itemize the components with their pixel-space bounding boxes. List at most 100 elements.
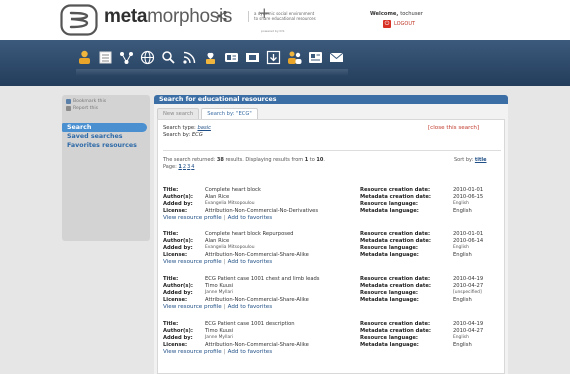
- view-resource-profile-link[interactable]: View resource profile: [163, 304, 222, 310]
- add-to-favorites-link[interactable]: Add to favorites: [228, 304, 273, 310]
- username: tochuser: [400, 11, 423, 17]
- result-item: Title: ECG Patient case 1001 description R…: [163, 321, 501, 357]
- license-value: Attribution-Non-Commercial-Share-Alike: [205, 252, 309, 258]
- bookmark-this-link[interactable]: Bookmark this: [66, 99, 146, 104]
- page-link-1[interactable]: 1: [178, 164, 181, 170]
- document-stack-icon[interactable]: [97, 49, 114, 66]
- network-icon[interactable]: [118, 49, 135, 66]
- site-tagline: a dynamic social environment to share ed…: [248, 11, 348, 22]
- title-value: ECG Patient case 1001 chest and limb lea…: [205, 276, 320, 282]
- view-resource-profile-link[interactable]: View resource profile: [163, 349, 222, 355]
- view-resource-profile-link[interactable]: View resource profile: [163, 215, 222, 221]
- added-by-label: Added by:: [163, 245, 193, 251]
- users-icon[interactable]: [286, 49, 303, 66]
- nav-reflection: [76, 69, 348, 76]
- resource-language-label: Resource language:: [360, 201, 418, 207]
- main-navbar: [0, 40, 570, 86]
- title-label: Title:: [163, 187, 179, 193]
- resource-language-label: Resource language:: [360, 335, 418, 341]
- authors-label: Author(s):: [163, 328, 193, 334]
- resource-language-value: English: [453, 201, 469, 206]
- search-by-label: Search by:: [163, 132, 192, 138]
- metadata-language-value: English: [453, 297, 472, 303]
- resource-language-label: Resource language:: [360, 245, 418, 251]
- resource-language-label: Resource language:: [360, 290, 418, 296]
- resource-date-label: Resource creation date:: [360, 321, 431, 327]
- resource-date-value: 2010-01-01: [453, 231, 484, 237]
- result-actions: View resource profile | Add to favorites: [163, 349, 272, 355]
- resource-date-value: 2010-01-01: [453, 187, 484, 193]
- resource-date-label: Resource creation date:: [360, 231, 431, 237]
- page-link-4[interactable]: 4: [191, 164, 194, 170]
- metadata-date-value: 2010-06-15: [453, 194, 484, 200]
- returned-end: .: [323, 157, 325, 163]
- rss-icon[interactable]: [181, 49, 198, 66]
- logo-wordmark: metamorphosis: [104, 6, 233, 27]
- sort-label: Sort by:: [454, 157, 475, 163]
- close-search-link[interactable]: [close this search]: [428, 125, 479, 131]
- add-to-favorites-link[interactable]: Add to favorites: [228, 215, 273, 221]
- resource-date-label: Resource creation date:: [360, 187, 431, 193]
- resource-date-value: 2010-04-19: [453, 276, 484, 282]
- authors-value: Timo Kuusi: [205, 328, 234, 334]
- search-summary: Search type: basic Search by: ECG: [163, 125, 211, 139]
- page-label: Page:: [163, 164, 179, 170]
- metadata-date-label: Metadata creation date:: [360, 238, 431, 244]
- page-link-3[interactable]: 3: [187, 164, 190, 170]
- logo-subtitle: powered by ICS: [261, 29, 285, 33]
- metadata-date-label: Metadata creation date:: [360, 194, 431, 200]
- result-actions: View resource profile | Add to favorites: [163, 304, 272, 310]
- power-icon: ⏻: [383, 20, 391, 28]
- action-separator: |: [223, 215, 226, 221]
- returned-pre: The search returned:: [163, 157, 217, 163]
- film-icon[interactable]: [244, 49, 261, 66]
- page-link-2[interactable]: 2: [183, 164, 186, 170]
- metadata-date-value: 2010-04-27: [453, 283, 484, 289]
- user-icon[interactable]: [76, 49, 93, 66]
- nav-icon-row: [76, 49, 345, 66]
- title-label: Title:: [163, 231, 179, 237]
- report-label: Report this: [73, 106, 99, 111]
- download-icon[interactable]: [265, 49, 282, 66]
- welcome-message: Welcome, tochuser: [370, 11, 423, 17]
- add-to-favorites-link[interactable]: Add to favorites: [228, 259, 273, 265]
- resource-language-value: [unspecified]: [453, 290, 482, 295]
- search-icon[interactable]: [160, 49, 177, 66]
- title-label: Title:: [163, 276, 179, 282]
- added-by-label: Added by:: [163, 335, 193, 341]
- envelope-icon[interactable]: [328, 49, 345, 66]
- report-this-link[interactable]: Report this: [66, 106, 146, 111]
- license-value: Attribution-Non-Commercial-Share-Alike: [205, 297, 309, 303]
- result-item: Title: ECG Patient case 1001 chest and li…: [163, 276, 501, 312]
- plant-icon[interactable]: [202, 49, 219, 66]
- sidebar-item-search[interactable]: Search: [62, 123, 147, 132]
- tab-new-search[interactable]: New search: [157, 108, 200, 119]
- license-value: Attribution-Non-Commercial-No-Derivative…: [205, 208, 319, 214]
- add-to-favorites-link[interactable]: Add to favorites: [228, 349, 273, 355]
- search-type-label: Search type:: [163, 125, 198, 131]
- resource-language-value: English: [453, 335, 469, 340]
- action-separator: |: [223, 259, 226, 265]
- view-resource-profile-link[interactable]: View resource profile: [163, 259, 222, 265]
- tab-search-by-ecg[interactable]: Search by: "ECG": [201, 108, 258, 119]
- search-type-link[interactable]: basic: [197, 125, 210, 131]
- added-by-label: Added by:: [163, 201, 193, 207]
- metadata-language-value: English: [453, 342, 472, 348]
- sort-by-title-link[interactable]: title: [475, 157, 487, 163]
- logout-button[interactable]: ⏻ LOGOUT: [383, 20, 415, 28]
- globe-icon[interactable]: [139, 49, 156, 66]
- resource-language-value: English: [453, 245, 469, 250]
- added-by-value: Janne Myllari: [205, 290, 234, 295]
- newspaper-icon[interactable]: [307, 49, 324, 66]
- added-by-label: Added by:: [163, 290, 193, 296]
- id-card-icon[interactable]: [223, 49, 240, 66]
- sidebar-item-saved-searches[interactable]: Saved searches: [62, 132, 150, 141]
- returned-mid: results. Displaying results from: [223, 157, 305, 163]
- left-sidebar: Bookmark this Report this Search Saved s…: [62, 95, 150, 241]
- sidebar-item-favorites-resources[interactable]: Favorites resources: [62, 141, 150, 150]
- metadata-language-label: Metadata language:: [360, 208, 419, 214]
- title-label: Title:: [163, 321, 179, 327]
- search-tabs: New search Search by: "ECG": [157, 108, 258, 119]
- title-value: Complete heart block: [205, 187, 261, 193]
- search-results-content: Search type: basic Search by: ECG [close…: [157, 119, 505, 374]
